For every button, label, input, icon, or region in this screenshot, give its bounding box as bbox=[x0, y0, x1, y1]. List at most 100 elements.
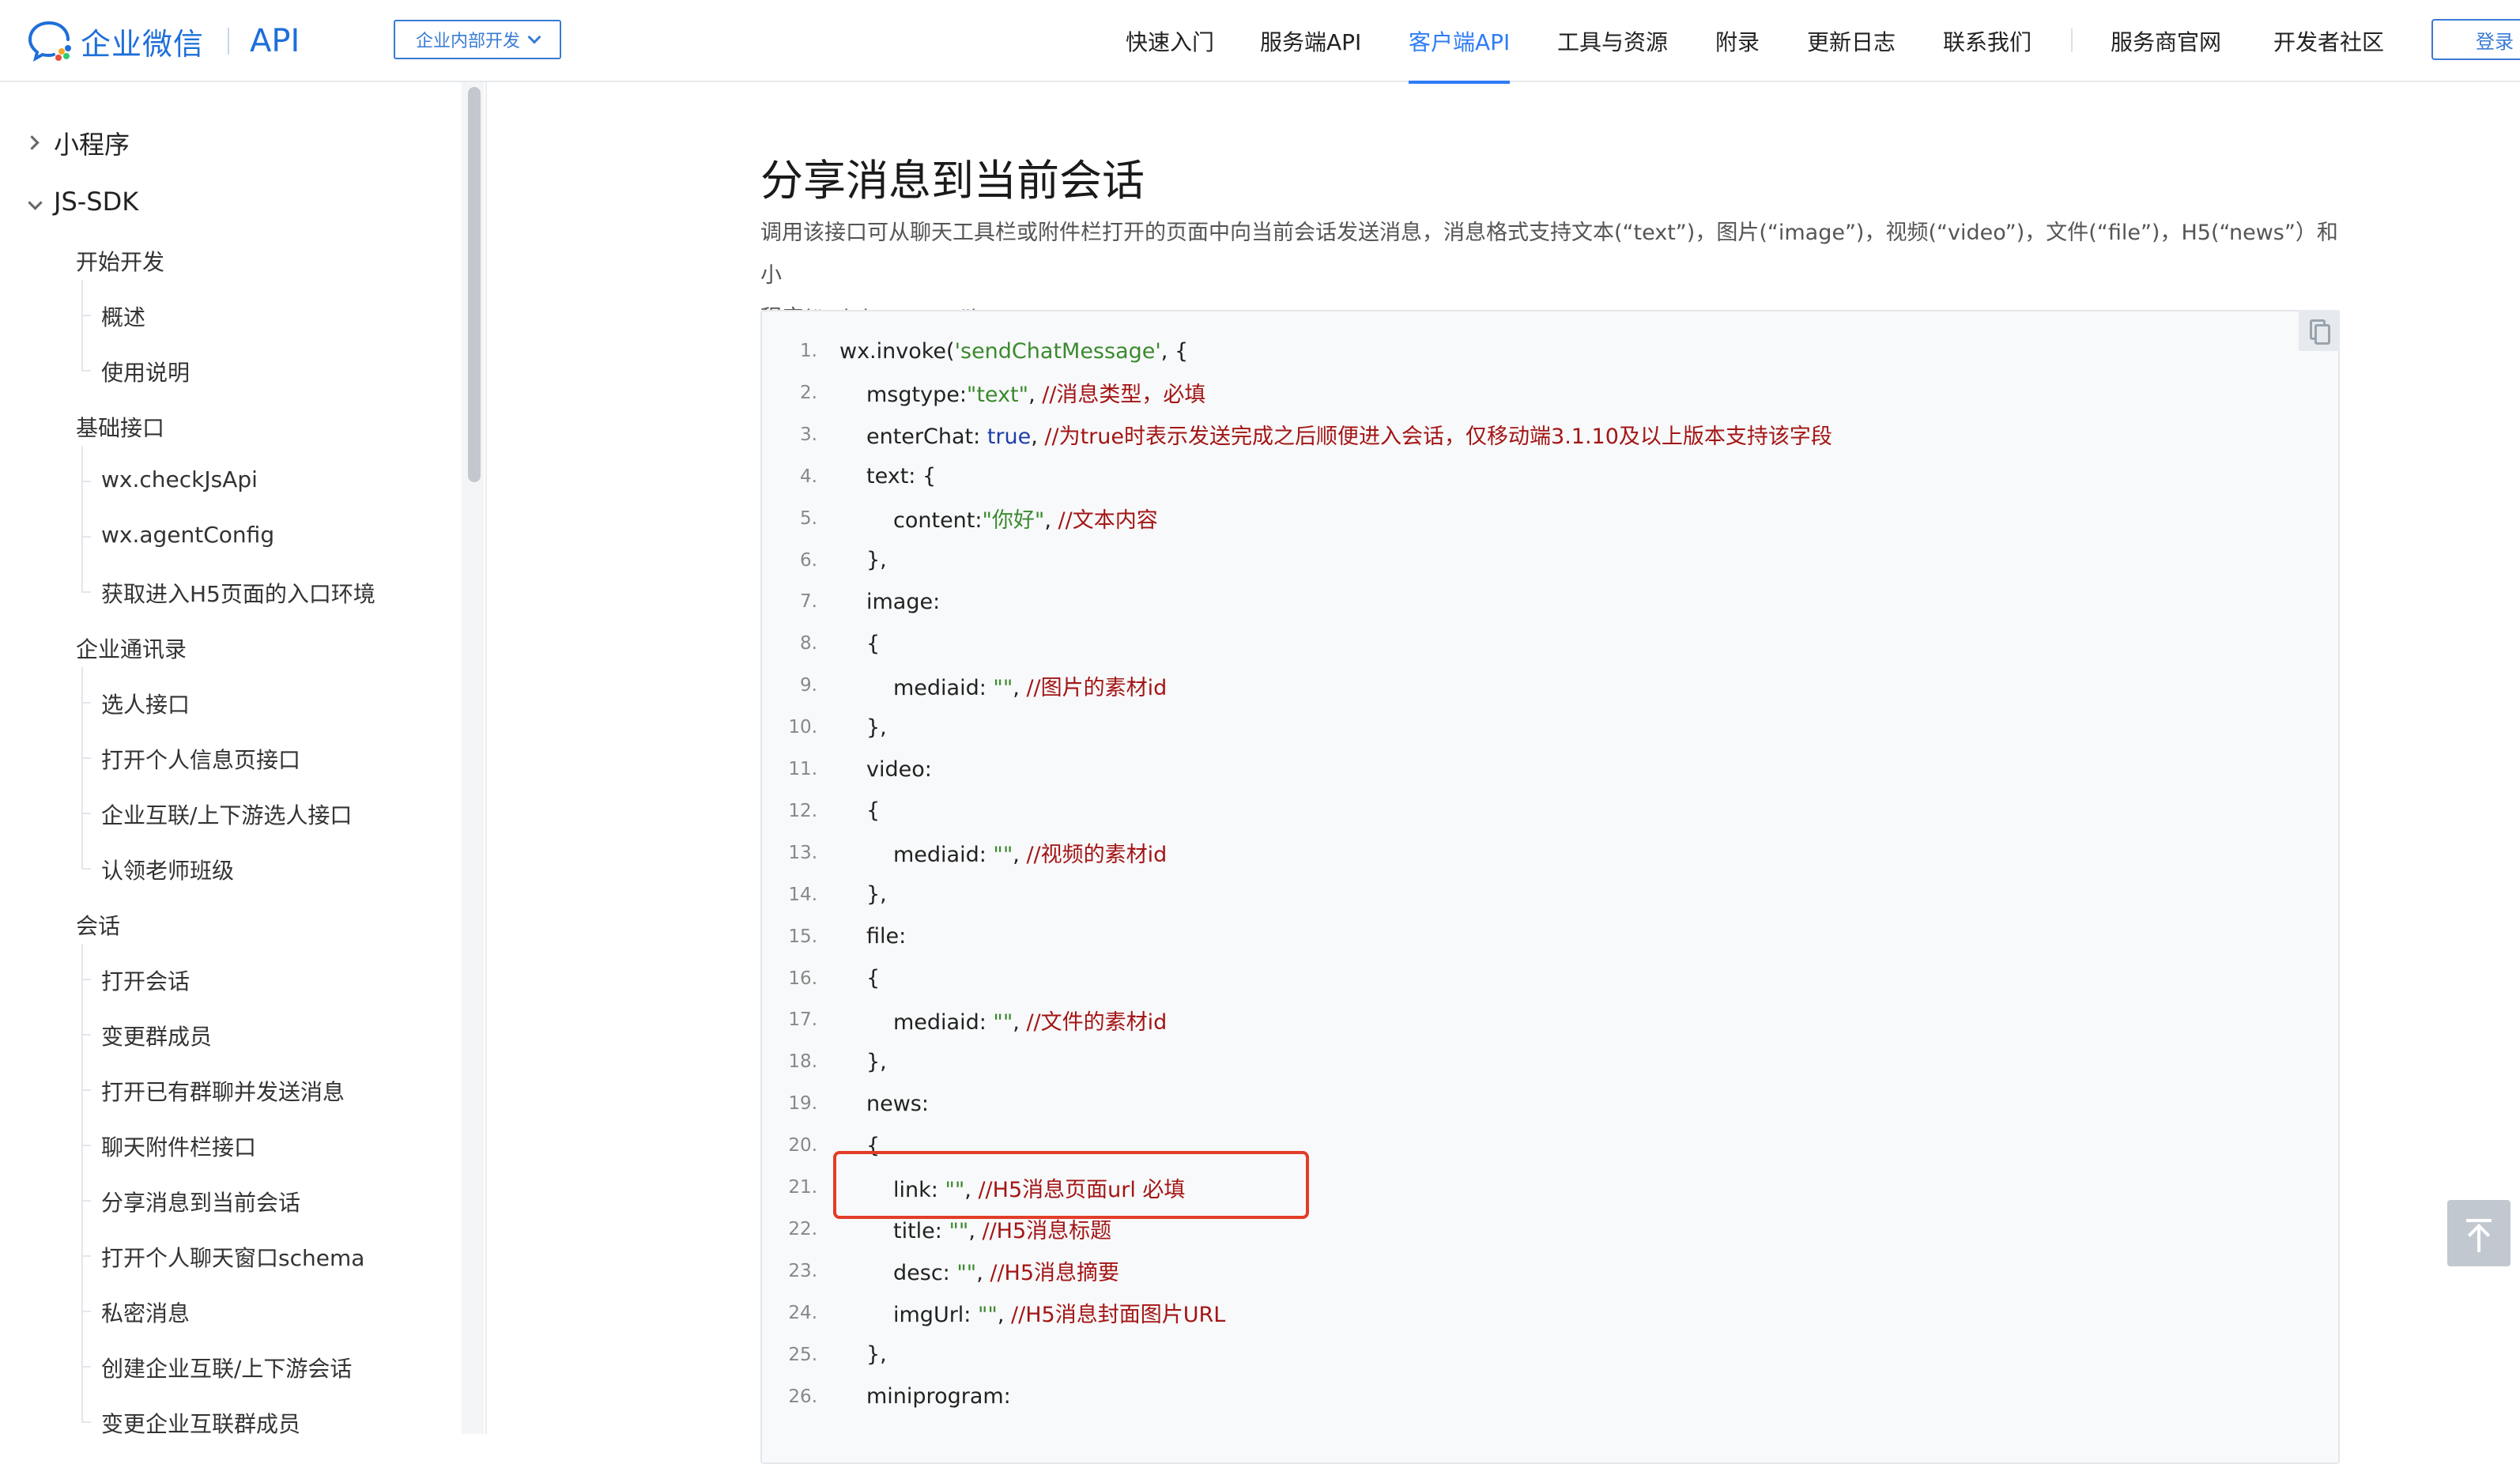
nav-label: 开发者社区 bbox=[2273, 29, 2385, 55]
sidebar-item[interactable]: 打开已有群聊并发送消息 bbox=[101, 1075, 345, 1107]
sidebar-item[interactable]: 企业互联/上下游选人接口 bbox=[101, 798, 352, 830]
sidebar-item[interactable]: 分享消息到当前会话 bbox=[101, 1186, 300, 1217]
sidebar-item[interactable]: 打开会话 bbox=[101, 964, 190, 996]
dev-type-select[interactable]: 企业内部开发 bbox=[394, 20, 561, 59]
nav-changelog[interactable]: 更新日志 bbox=[1807, 0, 1896, 82]
line-number: 11. bbox=[788, 759, 817, 779]
code-text: }, bbox=[866, 548, 887, 572]
code-line: 5. content:"你好", //文本内容 bbox=[760, 498, 1158, 539]
sidebar-item[interactable]: 选人接口 bbox=[101, 688, 190, 719]
code-line: 2. msgtype:"text", //消息类型，必填 bbox=[760, 372, 1205, 413]
code-token: }, bbox=[866, 1049, 887, 1074]
code-text: wx.invoke('sendChatMessage', { bbox=[839, 339, 1188, 364]
line-number: 23. bbox=[788, 1260, 817, 1281]
code-text: imgUrl: "", //H5消息封面图片URL bbox=[893, 1297, 1225, 1328]
line-number: 15. bbox=[788, 926, 817, 947]
code-token: file: bbox=[866, 924, 907, 949]
login-button[interactable]: 登录 bbox=[2431, 19, 2520, 60]
nav-label: 工具与资源 bbox=[1557, 29, 1669, 55]
code-token: , { bbox=[1160, 338, 1189, 364]
line-number: 13. bbox=[788, 842, 817, 863]
code-line: 8. { bbox=[760, 623, 880, 664]
back-to-top-button[interactable] bbox=[2447, 1200, 2511, 1266]
sidebar-item[interactable]: 打开个人聊天窗口schema bbox=[101, 1241, 364, 1273]
line-number: 14. bbox=[788, 884, 817, 905]
code-text: miniprogram: bbox=[866, 1384, 1011, 1409]
brand-logo[interactable]: 企业微信 API bbox=[27, 17, 300, 65]
nav-label: 更新日志 bbox=[1807, 29, 1896, 55]
nav-client-api[interactable]: 客户端API bbox=[1409, 0, 1511, 84]
sidebar-item[interactable]: wx.agentConfig bbox=[101, 522, 274, 548]
code-line: 18.}, bbox=[760, 1041, 887, 1082]
code-line: 7. image: bbox=[760, 581, 940, 622]
page-title: 分享消息到当前会话 bbox=[760, 156, 1145, 206]
code-token: "text" bbox=[966, 383, 1029, 408]
sidebar-item[interactable]: 使用说明 bbox=[101, 356, 190, 387]
sidebar-scrollbar[interactable] bbox=[468, 87, 481, 482]
sidebar-item[interactable]: 私密消息 bbox=[101, 1296, 190, 1328]
code-line: 11. video: bbox=[760, 749, 931, 790]
code-line: 3. enterChat: true, //为true时表示发送完成之后顺便进入会… bbox=[760, 414, 1832, 455]
code-text: { bbox=[866, 798, 880, 823]
sidebar-item-miniprogram[interactable]: 小程序 bbox=[54, 125, 130, 161]
code-token: image: bbox=[866, 589, 941, 614]
code-line: 19. news: bbox=[760, 1083, 929, 1124]
code-token: //视频的素材id bbox=[1026, 843, 1168, 868]
line-number: 20. bbox=[788, 1135, 817, 1156]
line-number: 2. bbox=[800, 382, 817, 403]
nav-tools[interactable]: 工具与资源 bbox=[1557, 0, 1668, 82]
code-token: //为true时表示发送完成之后顺便进入会话，仅移动端3.1.10及以上版本支持… bbox=[1044, 424, 1832, 450]
code-token: , bbox=[997, 1303, 1012, 1328]
sidebar-item[interactable]: wx.checkJsApi bbox=[101, 466, 258, 492]
code-text: desc: "", //H5消息摘要 bbox=[893, 1255, 1119, 1286]
sidebar-item[interactable]: 打开个人信息页接口 bbox=[101, 743, 300, 775]
sidebar-item[interactable]: 获取进入H5页面的入口环境 bbox=[101, 577, 375, 609]
code-text: mediaid: "", //文件的素材id bbox=[893, 1005, 1167, 1036]
nav-dev-community[interactable]: 开发者社区 bbox=[2273, 0, 2384, 82]
code-token: text: { bbox=[866, 464, 937, 489]
code-token: 'sendChatMessage' bbox=[954, 338, 1161, 364]
line-number: 12. bbox=[788, 800, 817, 821]
brand-api-label: API bbox=[250, 23, 300, 59]
top-header: 企业微信 API 企业内部开发 快速入门 服务端API 客户端API 工具与资源… bbox=[0, 0, 2520, 84]
nav-label: 服务端API bbox=[1260, 29, 1362, 55]
nav-quick-start[interactable]: 快速入门 bbox=[1126, 0, 1214, 82]
sidebar-group-label[interactable]: 会话 bbox=[76, 909, 120, 941]
nav-provider-site[interactable]: 服务商官网 bbox=[2111, 0, 2221, 82]
line-number: 8. bbox=[800, 633, 817, 655]
copy-icon-front bbox=[2314, 324, 2330, 345]
code-token: "" bbox=[956, 1261, 977, 1286]
code-text: text: { bbox=[866, 464, 936, 489]
sidebar-item[interactable]: 认领老师班级 bbox=[101, 854, 234, 885]
code-token: miniprogram: bbox=[866, 1384, 1011, 1409]
sidebar-item[interactable]: 变更企业互联群成员 bbox=[101, 1407, 300, 1439]
nav-label: 快速入门 bbox=[1126, 29, 1215, 55]
tree-line bbox=[81, 446, 83, 593]
sidebar-item-jssdk[interactable]: JS-SDK bbox=[54, 187, 138, 217]
copy-code-button[interactable] bbox=[2299, 310, 2340, 351]
nav-server-api[interactable]: 服务端API bbox=[1260, 0, 1361, 82]
code-token: "" bbox=[993, 675, 1013, 700]
code-text: }, bbox=[866, 1050, 887, 1074]
code-token: //消息类型，必填 bbox=[1042, 383, 1206, 408]
sidebar-item[interactable]: 变更群成员 bbox=[101, 1020, 212, 1051]
wecom-logo-icon bbox=[28, 21, 71, 62]
code-token: , bbox=[1013, 843, 1027, 868]
sidebar-item[interactable]: 概述 bbox=[101, 300, 145, 332]
sidebar-group-label[interactable]: 基础接口 bbox=[76, 411, 164, 443]
nav-appendix[interactable]: 附录 bbox=[1715, 0, 1760, 82]
line-number: 22. bbox=[788, 1218, 817, 1239]
code-token: "你好" bbox=[982, 508, 1045, 534]
sidebar-item[interactable]: 创建企业互联/上下游会话 bbox=[101, 1352, 352, 1383]
line-number: 10. bbox=[788, 717, 817, 738]
code-token: title: bbox=[893, 1219, 949, 1244]
nav-contact[interactable]: 联系我们 bbox=[1943, 0, 2031, 82]
code-token: mediaid: bbox=[893, 675, 994, 700]
code-text: { bbox=[866, 966, 880, 990]
code-token: "" bbox=[993, 843, 1013, 868]
sidebar-group-label[interactable]: 开始开发 bbox=[76, 245, 164, 277]
sidebar-group-label[interactable]: 企业通讯录 bbox=[76, 632, 187, 664]
sidebar-item[interactable]: 聊天附件栏接口 bbox=[101, 1130, 256, 1162]
nav-label: 附录 bbox=[1715, 29, 1760, 55]
arrow-stem bbox=[2477, 1227, 2480, 1252]
